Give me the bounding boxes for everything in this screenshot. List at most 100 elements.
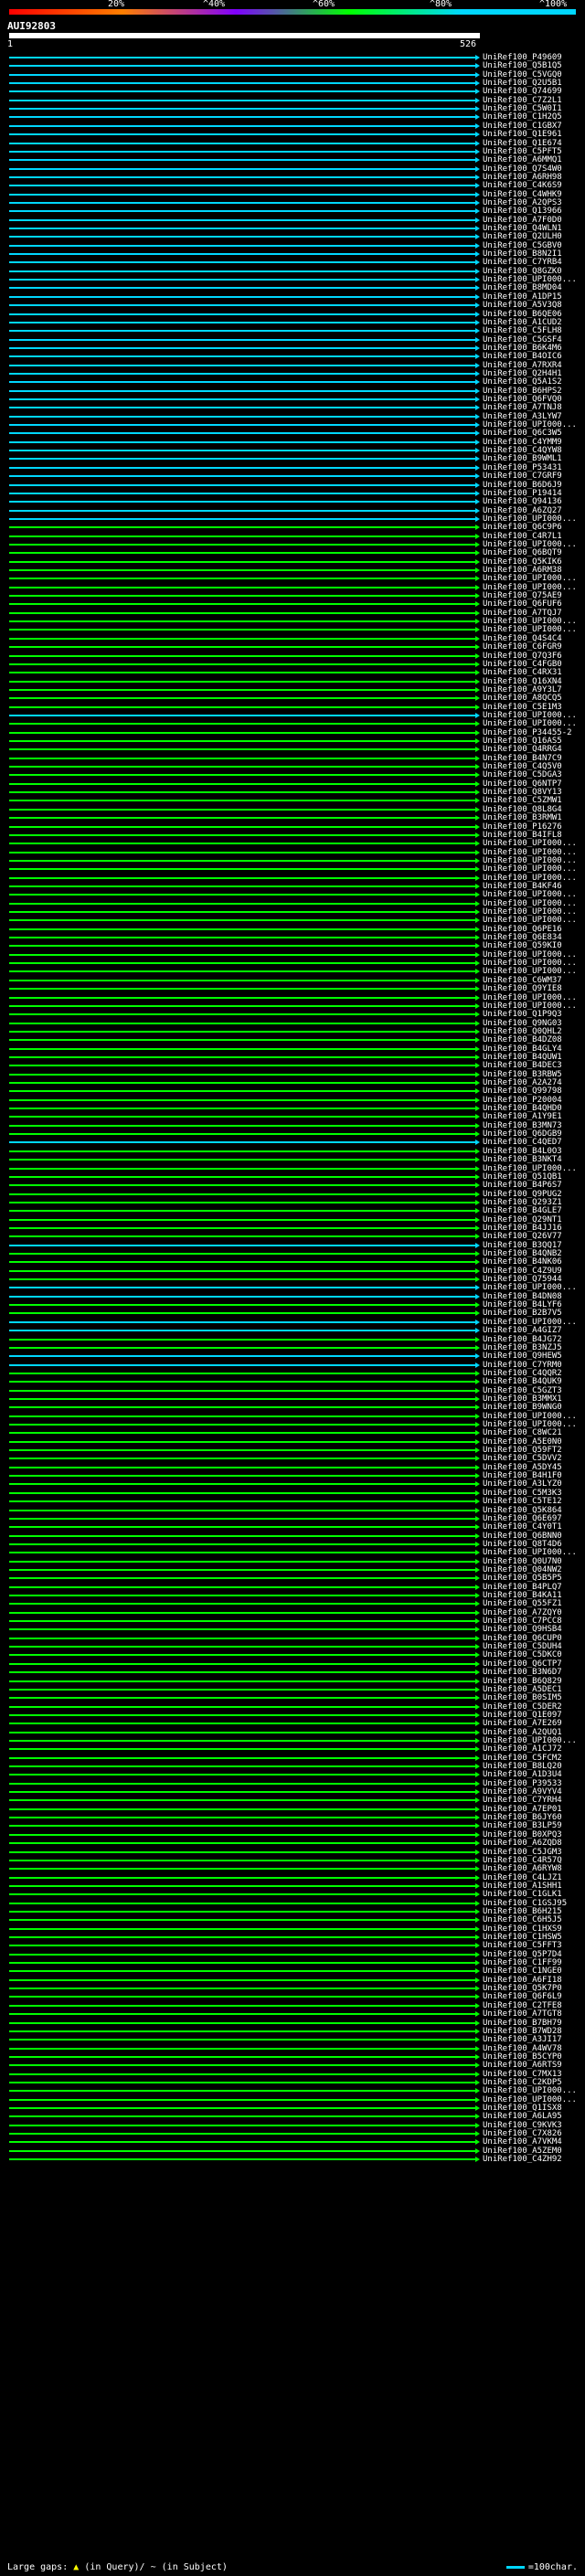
hit-alignment-bar[interactable]	[9, 1884, 475, 1887]
hit-alignment-bar[interactable]	[9, 458, 475, 461]
hit-alignment-bar[interactable]	[9, 175, 475, 178]
hit-alignment-bar[interactable]	[9, 133, 475, 136]
hit-alignment-bar[interactable]	[9, 1320, 475, 1323]
hit-alignment-bar[interactable]	[9, 270, 475, 272]
hit-alignment-bar[interactable]	[9, 1517, 475, 1520]
hit-alignment-bar[interactable]	[9, 389, 475, 392]
hit-alignment-bar[interactable]	[9, 483, 475, 486]
hit-alignment-bar[interactable]	[9, 766, 475, 769]
hit-alignment-bar[interactable]	[9, 1381, 475, 1383]
hit-alignment-bar[interactable]	[9, 346, 475, 349]
hit-alignment-bar[interactable]	[9, 1167, 475, 1170]
hit-alignment-bar[interactable]	[9, 833, 475, 836]
hit-alignment-bar[interactable]	[9, 407, 475, 409]
hit-alignment-bar[interactable]	[9, 1193, 475, 1195]
hit-alignment-bar[interactable]	[9, 279, 475, 281]
hit-alignment-bar[interactable]	[9, 808, 475, 811]
hit-alignment-bar[interactable]	[9, 1475, 475, 1478]
hit-alignment-bar[interactable]	[9, 1859, 475, 1861]
hit-alignment-bar[interactable]	[9, 2064, 475, 2067]
hit-alignment-bar[interactable]	[9, 1201, 475, 1203]
hit-alignment-bar[interactable]	[9, 1466, 475, 1468]
hit-alignment-bar[interactable]	[9, 1868, 475, 1871]
hit-alignment-bar[interactable]	[9, 1552, 475, 1554]
hit-alignment-bar[interactable]	[9, 236, 475, 239]
hit-alignment-bar[interactable]	[9, 560, 475, 563]
hit-alignment-bar[interactable]	[9, 1184, 475, 1187]
hit-alignment-bar[interactable]	[9, 1945, 475, 1947]
hit-alignment-bar[interactable]	[9, 1210, 475, 1213]
hit-alignment-bar[interactable]	[9, 330, 475, 333]
hit-alignment-bar[interactable]	[9, 1910, 475, 1913]
hit-alignment-bar[interactable]	[9, 543, 475, 546]
hit-alignment-bar[interactable]	[9, 1603, 475, 1606]
hit-alignment-bar[interactable]	[9, 2013, 475, 2016]
hit-alignment-bar[interactable]	[9, 1953, 475, 1956]
hit-alignment-bar[interactable]	[9, 1440, 475, 1443]
hit-alignment-bar[interactable]	[9, 1756, 475, 1759]
hit-alignment-bar[interactable]	[9, 535, 475, 537]
hit-alignment-bar[interactable]	[9, 1022, 475, 1024]
hit-alignment-bar[interactable]	[9, 261, 475, 264]
hit-alignment-bar[interactable]	[9, 1637, 475, 1639]
hit-alignment-bar[interactable]	[9, 885, 475, 887]
hit-alignment-bar[interactable]	[9, 1902, 475, 1904]
hit-alignment-bar[interactable]	[9, 1295, 475, 1298]
hit-alignment-bar[interactable]	[9, 1927, 475, 1930]
hit-alignment-bar[interactable]	[9, 996, 475, 999]
hit-alignment-bar[interactable]	[9, 167, 475, 170]
hit-alignment-bar[interactable]	[9, 432, 475, 435]
hit-alignment-bar[interactable]	[9, 911, 475, 913]
hit-alignment-bar[interactable]	[9, 953, 475, 956]
hit-alignment-bar[interactable]	[9, 381, 475, 384]
hit-alignment-bar[interactable]	[9, 1697, 475, 1700]
hit-alignment-bar[interactable]	[9, 1705, 475, 1708]
hit-alignment-bar[interactable]	[9, 1817, 475, 1819]
hit-alignment-bar[interactable]	[9, 73, 475, 76]
hit-alignment-bar[interactable]	[9, 1723, 475, 1725]
hit-alignment-bar[interactable]	[9, 2098, 475, 2101]
hit-alignment-bar[interactable]	[9, 1355, 475, 1358]
hit-row[interactable]: UniRef100_C4ZH92	[0, 2155, 585, 2164]
hit-alignment-bar[interactable]	[9, 2107, 475, 2109]
hit-alignment-bar[interactable]	[9, 1338, 475, 1341]
hit-alignment-bar[interactable]	[9, 372, 475, 375]
hit-alignment-bar[interactable]	[9, 705, 475, 708]
hit-alignment-bar[interactable]	[9, 1936, 475, 1938]
hit-alignment-bar[interactable]	[9, 1526, 475, 1529]
hit-alignment-bar[interactable]	[9, 697, 475, 700]
hit-alignment-bar[interactable]	[9, 851, 475, 853]
hit-alignment-bar[interactable]	[9, 1500, 475, 1503]
hit-alignment-bar[interactable]	[9, 1406, 475, 1409]
hit-alignment-bar[interactable]	[9, 116, 475, 119]
hit-alignment-bar[interactable]	[9, 1082, 475, 1084]
hit-alignment-bar[interactable]	[9, 1346, 475, 1349]
hit-alignment-bar[interactable]	[9, 228, 475, 229]
hit-alignment-bar[interactable]	[9, 1312, 475, 1315]
hit-alignment-bar[interactable]	[9, 586, 475, 588]
hit-alignment-bar[interactable]	[9, 1116, 475, 1118]
hit-alignment-bar[interactable]	[9, 1415, 475, 1417]
hit-alignment-bar[interactable]	[9, 1962, 475, 1965]
hit-alignment-bar[interactable]	[9, 928, 475, 930]
hit-alignment-bar[interactable]	[9, 680, 475, 683]
hit-alignment-bar[interactable]	[9, 817, 475, 820]
hit-id-link[interactable]: UniRef100_C4ZH92	[483, 2155, 583, 2164]
hit-alignment-bar[interactable]	[9, 1825, 475, 1828]
hit-alignment-bar[interactable]	[9, 672, 475, 674]
hit-alignment-bar[interactable]	[9, 2021, 475, 2024]
hit-alignment-bar[interactable]	[9, 526, 475, 529]
hit-alignment-bar[interactable]	[9, 1893, 475, 1896]
hit-alignment-bar[interactable]	[9, 90, 475, 93]
hit-alignment-bar[interactable]	[9, 603, 475, 606]
hit-alignment-bar[interactable]	[9, 1996, 475, 1998]
hit-alignment-bar[interactable]	[9, 1833, 475, 1836]
hit-alignment-bar[interactable]	[9, 124, 475, 127]
hit-alignment-bar[interactable]	[9, 962, 475, 965]
hit-alignment-bar[interactable]	[9, 1842, 475, 1845]
hit-alignment-bar[interactable]	[9, 2141, 475, 2144]
hit-alignment-bar[interactable]	[9, 475, 475, 478]
hit-alignment-bar[interactable]	[9, 2004, 475, 2007]
hit-alignment-bar[interactable]	[9, 193, 475, 196]
hit-alignment-bar[interactable]	[9, 210, 475, 213]
